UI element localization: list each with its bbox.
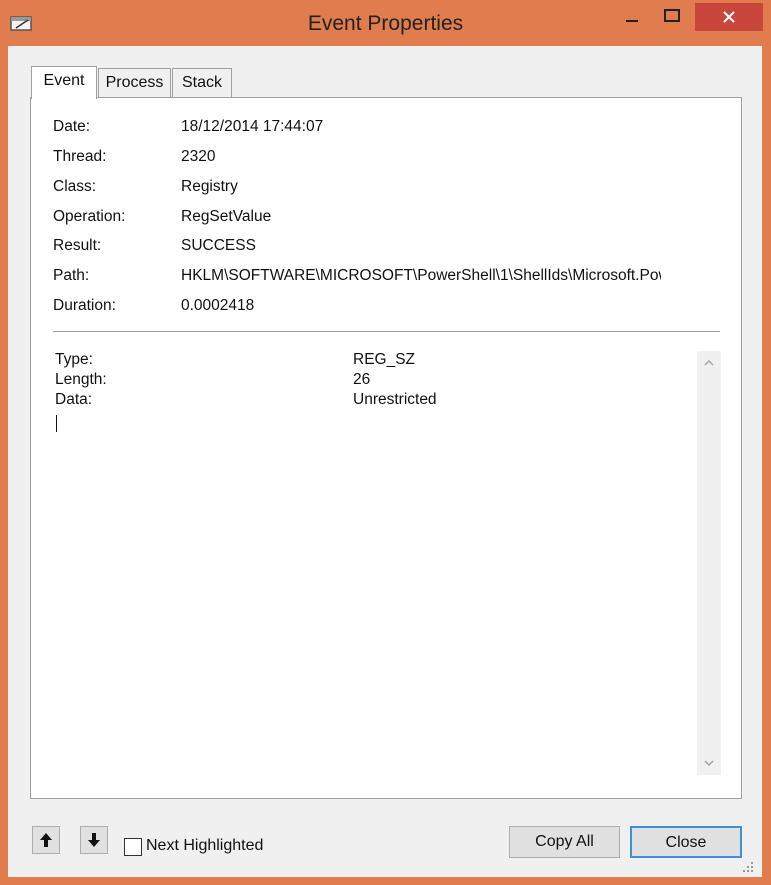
text-caret: [56, 415, 57, 432]
copy-all-button[interactable]: Copy All: [509, 826, 620, 858]
detail-label: Type:: [55, 351, 93, 368]
field-value: RegSetValue: [181, 208, 272, 225]
chevron-down-icon: [704, 760, 714, 767]
next-event-button[interactable]: [80, 826, 108, 854]
field-value: SUCCESS: [181, 237, 256, 254]
detail-label: Data:: [55, 391, 93, 408]
field-label: Operation:: [53, 208, 126, 225]
scroll-down-button[interactable]: [697, 751, 721, 775]
detail-value: Unrestricted: [353, 391, 437, 408]
field-label: Path:: [53, 267, 90, 284]
tab-event[interactable]: Event: [31, 66, 97, 99]
field-label: Class:: [53, 178, 97, 195]
field-value: 0.0002418: [181, 297, 255, 314]
arrow-up-icon: [40, 833, 52, 847]
field-value: 2320: [181, 148, 216, 165]
field-label: Date:: [53, 118, 91, 135]
tab-stack[interactable]: Stack: [172, 68, 232, 98]
field-value: Registry: [181, 178, 238, 195]
scroll-up-button[interactable]: [697, 351, 721, 375]
close-button[interactable]: Close: [630, 826, 742, 858]
minimize-button[interactable]: [612, 3, 652, 31]
field-value: HKLM\SOFTWARE\MICROSOFT\PowerShell\1\She…: [181, 267, 661, 284]
maximize-button[interactable]: [652, 3, 692, 31]
field-label: Thread:: [53, 148, 107, 165]
tab-process[interactable]: Process: [98, 68, 171, 98]
field-label: Duration:: [53, 297, 116, 314]
previous-event-button[interactable]: [32, 826, 60, 854]
detail-value: 26: [353, 371, 371, 388]
minimize-icon: [626, 20, 638, 22]
field-value: 18/12/2014 17:44:07: [181, 118, 324, 135]
event-properties-window: Event Properties Event Process Stack Dat…: [0, 0, 771, 885]
close-window-button[interactable]: [695, 3, 763, 31]
close-icon: [723, 11, 735, 23]
title-bar[interactable]: Event Properties: [0, 0, 771, 46]
resize-grip-icon[interactable]: [741, 860, 755, 874]
arrow-down-icon: [88, 833, 100, 847]
separator: [53, 331, 720, 332]
detail-textbox[interactable]: Type: REG_SZ Length: 26 Data: Unrestrict…: [55, 351, 699, 771]
detail-value: REG_SZ: [353, 351, 416, 368]
next-highlighted-label[interactable]: Next Highlighted: [146, 837, 263, 855]
event-tab-panel: Date: 18/12/2014 17:44:07 Thread: 2320 C…: [30, 97, 742, 799]
field-label: Result:: [53, 237, 102, 254]
detail-scrollbar[interactable]: [697, 351, 721, 775]
chevron-up-icon: [704, 359, 714, 366]
next-highlighted-checkbox[interactable]: [124, 838, 142, 856]
dialog-client-area: Event Process Stack Date: 18/12/2014 17:…: [8, 46, 762, 877]
detail-label: Length:: [55, 371, 107, 388]
maximize-icon: [664, 9, 680, 22]
